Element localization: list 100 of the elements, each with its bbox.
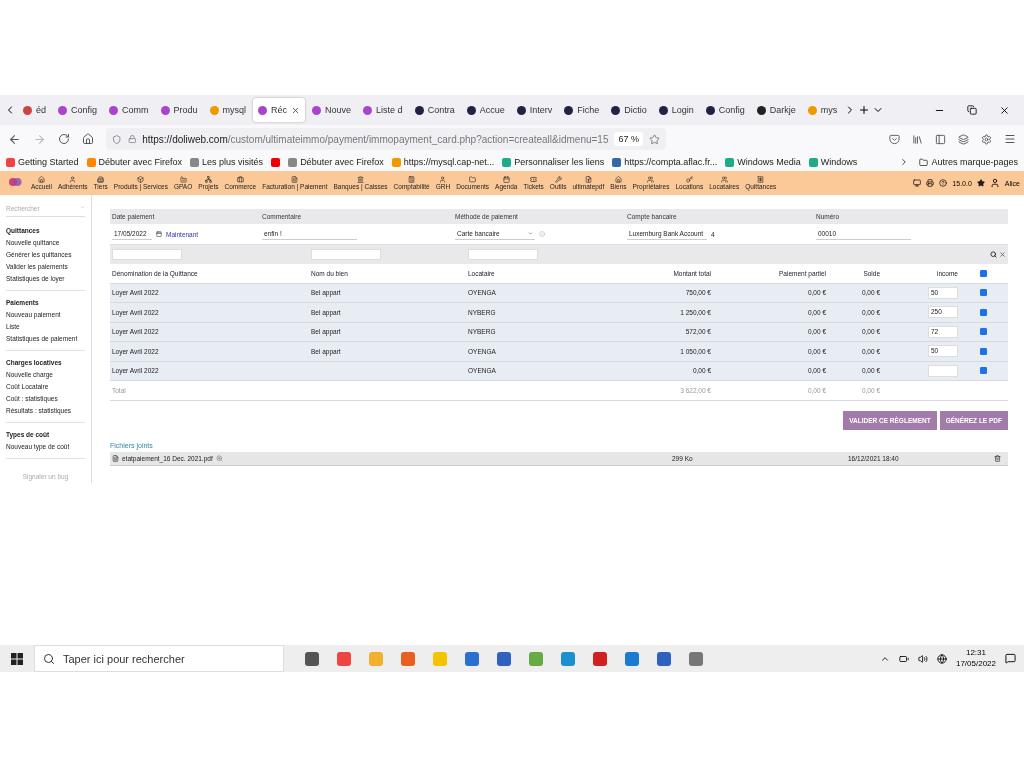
- browser-tab[interactable]: Darkje: [751, 98, 801, 122]
- speaker-icon[interactable]: [917, 653, 928, 664]
- windows-start-icon[interactable]: [11, 652, 23, 665]
- app-icon[interactable]: [593, 651, 607, 666]
- favicon-icon: [564, 105, 574, 115]
- bookmark-icon: [288, 157, 298, 167]
- app-icon[interactable]: [305, 651, 319, 666]
- bookmark[interactable]: Personnaliser les liens: [502, 157, 605, 167]
- screen-icon[interactable]: [913, 179, 922, 187]
- bookmark[interactable]: Les plus visités: [190, 157, 264, 167]
- bookmark[interactable]: Débuter avec Firefox: [86, 157, 183, 167]
- browser-tab[interactable]: éd: [18, 98, 51, 122]
- bookmark[interactable]: https://compta.aflac.fr...: [612, 157, 718, 167]
- clear-icon[interactable]: [999, 251, 1006, 258]
- browser-tab[interactable]: Contra: [409, 98, 460, 122]
- browser-tab[interactable]: Interv: [511, 98, 558, 122]
- browser-tab[interactable]: Config: [53, 98, 103, 122]
- browser-tab[interactable]: Liste d: [358, 98, 408, 122]
- search-icon[interactable]: [990, 251, 997, 258]
- box-icon: [137, 175, 145, 183]
- document-icon: [291, 175, 299, 183]
- browser-tab[interactable]: Produ: [155, 98, 203, 122]
- checkbox[interactable]: [979, 328, 987, 336]
- extension-icon[interactable]: [981, 133, 992, 145]
- bookmark[interactable]: https://mysql.cap-net...: [391, 157, 495, 167]
- checkbox[interactable]: [979, 367, 987, 375]
- delete-icon[interactable]: [994, 454, 1001, 462]
- favicon-icon: [807, 105, 817, 115]
- reload-icon[interactable]: [58, 133, 70, 145]
- browser-tab[interactable]: Comm: [104, 98, 154, 122]
- checkbox[interactable]: [979, 347, 987, 355]
- checkbox[interactable]: [979, 289, 987, 297]
- wrench-icon: [554, 175, 562, 183]
- library-icon[interactable]: [912, 133, 923, 145]
- favicon-icon: [363, 105, 373, 115]
- bookmark[interactable]: Débuter avec Firefox: [288, 157, 384, 167]
- favicon-icon: [209, 105, 219, 115]
- help-icon[interactable]: [939, 179, 948, 187]
- browser-tab[interactable]: mysql: [204, 98, 252, 122]
- app-icon[interactable]: [465, 651, 479, 666]
- network-icon[interactable]: [936, 653, 947, 664]
- app-icon[interactable]: [401, 651, 415, 666]
- app-icon[interactable]: [337, 651, 351, 666]
- zoom-level[interactable]: 67 %: [614, 132, 643, 146]
- calculator-icon: [408, 175, 416, 183]
- app-icon[interactable]: [657, 651, 671, 666]
- close-icon[interactable]: [999, 104, 1010, 116]
- taskbar-search[interactable]: Taper ici pour rechercher: [34, 645, 284, 672]
- building-icon: [97, 175, 105, 183]
- new-tab-icon[interactable]: [858, 104, 871, 116]
- taskbar-clock[interactable]: 12:31 17/05/2022: [955, 648, 996, 669]
- income-field[interactable]: [928, 364, 958, 377]
- browser-tab[interactable]: Réc: [253, 98, 306, 122]
- filter-field[interactable]: [112, 249, 182, 260]
- user-avatar-icon: [989, 178, 1000, 188]
- sidebar-icon[interactable]: [935, 133, 946, 145]
- browser-tab[interactable]: Fiche: [559, 98, 605, 122]
- checkbox[interactable]: [979, 308, 987, 316]
- bookmark-star-icon[interactable]: [649, 133, 660, 145]
- app-icon[interactable]: [625, 651, 639, 666]
- browser-tab[interactable]: Accue: [461, 98, 510, 122]
- calendar-icon: [502, 175, 510, 183]
- info-icon: [539, 231, 545, 237]
- person-icon: [439, 175, 447, 183]
- browser-tab[interactable]: Nouve: [307, 98, 357, 122]
- favicon-icon: [160, 105, 170, 115]
- battery-icon: [898, 653, 909, 664]
- app-icon[interactable]: [689, 651, 703, 666]
- bank-icon: [357, 175, 365, 183]
- extension-icon[interactable]: [958, 133, 969, 145]
- filter-field[interactable]: [311, 249, 381, 260]
- browser-tab[interactable]: Dictio: [606, 98, 652, 122]
- favicon-icon: [611, 105, 621, 115]
- house-icon: [614, 175, 622, 183]
- bookmark[interactable]: Windows Media: [725, 157, 801, 167]
- search-icon: [43, 652, 55, 665]
- browser-tab[interactable]: mys: [802, 98, 843, 122]
- pocket-icon[interactable]: [889, 133, 900, 145]
- browser-tab[interactable]: Login: [653, 98, 699, 122]
- people-icon: [647, 175, 655, 183]
- browser-tab[interactable]: Config: [700, 98, 750, 122]
- bookmark-icon: [86, 157, 96, 167]
- favicon-icon: [58, 105, 67, 115]
- notifications-icon[interactable]: [1005, 653, 1016, 664]
- factory-icon: [179, 175, 187, 183]
- app-icon[interactable]: [497, 651, 511, 666]
- address-bar[interactable]: https://doliweb.com/custom/ultimateimmo/payment/immopayment_card.php?action=createall&idmenu=15 67 %: [106, 128, 666, 150]
- bookmark[interactable]: Windows: [808, 157, 858, 167]
- menu-icon[interactable]: [1004, 133, 1016, 145]
- back-icon[interactable]: [8, 132, 21, 146]
- checkbox[interactable]: [979, 269, 987, 277]
- bookmark[interactable]: Getting Started: [6, 157, 79, 167]
- bookmark-folder[interactable]: Autres marque-pages: [919, 157, 1018, 167]
- app-icon[interactable]: [561, 651, 575, 666]
- filter-field[interactable]: [468, 249, 538, 260]
- person-icon: [69, 175, 77, 183]
- printer-icon[interactable]: [926, 179, 935, 187]
- restore-icon[interactable]: [967, 104, 977, 115]
- star-icon[interactable]: [976, 179, 985, 187]
- home-icon[interactable]: [82, 133, 94, 145]
